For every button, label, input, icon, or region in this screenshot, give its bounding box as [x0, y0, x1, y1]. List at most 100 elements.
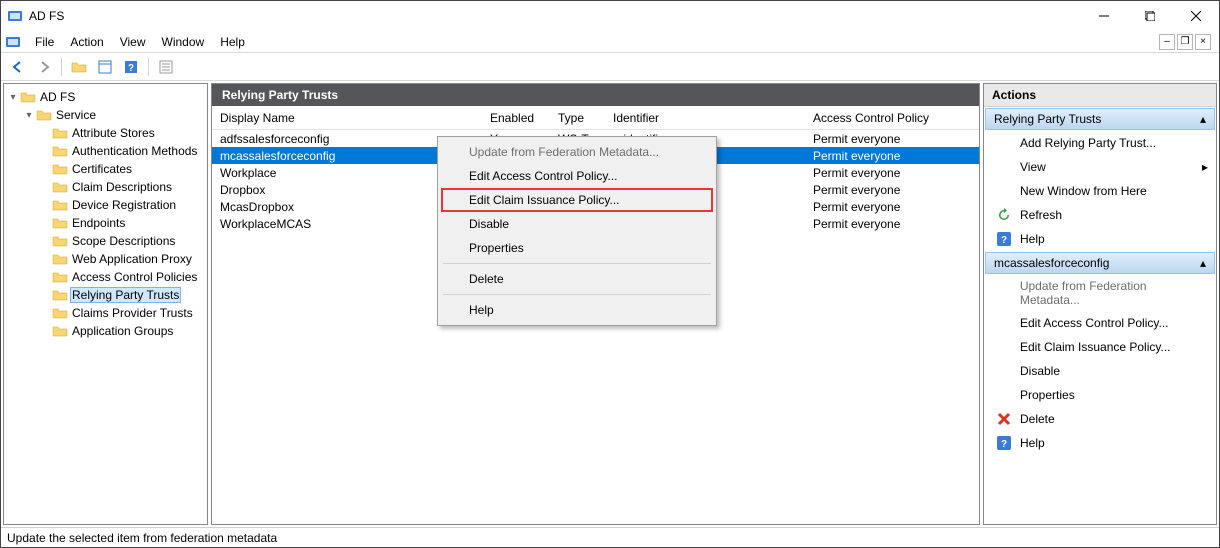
delete-icon: [996, 411, 1012, 427]
center-title: Relying Party Trusts: [212, 84, 979, 106]
back-button[interactable]: [7, 56, 29, 78]
menubar: File Action View Window Help – ❐ ×: [1, 31, 1219, 53]
blank-icon: [996, 135, 1012, 151]
folder-icon: [52, 198, 68, 212]
action-item[interactable]: ?Help: [984, 431, 1216, 455]
tree-item[interactable]: Certificates: [40, 160, 205, 178]
tree-root[interactable]: ▾ AD FS: [8, 88, 205, 106]
svg-text:?: ?: [1001, 235, 1007, 246]
toolbar-folder-icon[interactable]: [68, 56, 90, 78]
col-type[interactable]: Type: [550, 108, 605, 128]
mmc-icon: [5, 34, 21, 50]
action-item[interactable]: New Window from Here: [984, 179, 1216, 203]
toolbar: ?: [1, 53, 1219, 81]
tree-item[interactable]: Endpoints: [40, 214, 205, 232]
list-header[interactable]: Display Name Enabled Type Identifier Acc…: [212, 106, 979, 130]
help-icon: ?: [996, 435, 1012, 451]
svg-text:?: ?: [1001, 439, 1007, 450]
menu-file[interactable]: File: [27, 33, 62, 51]
menu-action[interactable]: Action: [62, 33, 111, 51]
tree-service[interactable]: ▾ Service: [24, 106, 205, 124]
center-panel: Relying Party Trusts Display Name Enable…: [211, 83, 980, 525]
folder-icon: [52, 234, 68, 248]
action-item[interactable]: Edit Claim Issuance Policy...: [984, 335, 1216, 359]
blank-icon: [996, 339, 1012, 355]
adfs-icon: [20, 90, 36, 104]
folder-icon: [52, 126, 68, 140]
folder-icon: [52, 306, 68, 320]
mdi-close-icon[interactable]: ×: [1195, 34, 1211, 50]
tree-item[interactable]: Claims Provider Trusts: [40, 304, 205, 322]
action-item: Update from Federation Metadata...: [984, 275, 1216, 311]
col-policy[interactable]: Access Control Policy: [805, 108, 979, 128]
context-menu-item[interactable]: Delete: [441, 267, 713, 291]
col-identifier[interactable]: Identifier: [605, 108, 805, 128]
maximize-button[interactable]: [1127, 1, 1173, 31]
blank-icon: [996, 363, 1012, 379]
action-item[interactable]: View▸: [984, 155, 1216, 179]
folder-icon: [52, 162, 68, 176]
actions-group1-bar[interactable]: Relying Party Trusts ▴: [985, 108, 1215, 130]
context-menu[interactable]: Update from Federation Metadata...Edit A…: [437, 136, 717, 326]
tree-item[interactable]: Scope Descriptions: [40, 232, 205, 250]
chevron-up-icon: ▴: [1200, 256, 1206, 270]
action-item[interactable]: Refresh: [984, 203, 1216, 227]
actions-group2-bar[interactable]: mcassalesforceconfig ▴: [985, 252, 1215, 274]
help-icon: ?: [996, 231, 1012, 247]
context-menu-item[interactable]: Edit Access Control Policy...: [441, 164, 713, 188]
folder-icon: [36, 108, 52, 122]
toggle-icon[interactable]: ▾: [8, 92, 18, 103]
tree-item[interactable]: Device Registration: [40, 196, 205, 214]
folder-icon: [52, 288, 68, 302]
tree-item[interactable]: Application Groups: [40, 322, 205, 340]
folder-icon: [52, 324, 68, 338]
context-menu-item[interactable]: Edit Claim Issuance Policy...: [441, 188, 713, 212]
tree-item[interactable]: Access Control Policies: [40, 268, 205, 286]
window-title: AD FS: [29, 9, 64, 23]
toolbar-props-icon[interactable]: [94, 56, 116, 78]
menu-help[interactable]: Help: [212, 33, 253, 51]
action-item[interactable]: Add Relying Party Trust...: [984, 131, 1216, 155]
folder-icon: [52, 270, 68, 284]
blank-icon: [996, 183, 1012, 199]
folder-icon: [52, 216, 68, 230]
close-button[interactable]: [1173, 1, 1219, 31]
action-item[interactable]: Delete: [984, 407, 1216, 431]
blank-icon: [996, 285, 1012, 301]
context-menu-item[interactable]: Help: [441, 298, 713, 322]
tree-item[interactable]: Relying Party Trusts: [40, 286, 205, 304]
status-text: Update the selected item from federation…: [7, 531, 277, 545]
context-menu-item: Update from Federation Metadata...: [441, 140, 713, 164]
action-item[interactable]: Properties: [984, 383, 1216, 407]
folder-icon: [52, 252, 68, 266]
blank-icon: [996, 315, 1012, 331]
mdi-minimize-icon[interactable]: –: [1159, 34, 1175, 50]
forward-button[interactable]: [33, 56, 55, 78]
action-item[interactable]: Edit Access Control Policy...: [984, 311, 1216, 335]
menu-window[interactable]: Window: [154, 33, 213, 51]
tree-item[interactable]: Claim Descriptions: [40, 178, 205, 196]
svg-text:?: ?: [128, 63, 134, 74]
minimize-button[interactable]: [1081, 1, 1127, 31]
chevron-right-icon: ▸: [1202, 160, 1208, 174]
tree-item[interactable]: Attribute Stores: [40, 124, 205, 142]
col-enabled[interactable]: Enabled: [482, 108, 550, 128]
tree-item[interactable]: Authentication Methods: [40, 142, 205, 160]
tree-item[interactable]: Web Application Proxy: [40, 250, 205, 268]
toolbar-list-icon[interactable]: [155, 56, 177, 78]
folder-icon: [52, 144, 68, 158]
actions-header: Actions: [984, 84, 1216, 107]
context-menu-item[interactable]: Properties: [441, 236, 713, 260]
toolbar-help-icon[interactable]: ?: [120, 56, 142, 78]
tree-panel[interactable]: ▾ AD FS ▾ Service Attribute StoresAuthen…: [3, 83, 208, 525]
menu-view[interactable]: View: [112, 33, 154, 51]
col-display-name[interactable]: Display Name: [212, 108, 482, 128]
actions-panel: Actions Relying Party Trusts ▴ Add Relyi…: [983, 83, 1217, 525]
context-menu-item[interactable]: Disable: [441, 212, 713, 236]
mdi-restore-icon[interactable]: ❐: [1177, 34, 1193, 50]
toggle-icon[interactable]: ▾: [24, 110, 34, 121]
action-item[interactable]: Disable: [984, 359, 1216, 383]
status-bar: Update the selected item from federation…: [1, 527, 1219, 547]
chevron-up-icon: ▴: [1200, 112, 1206, 126]
action-item[interactable]: ?Help: [984, 227, 1216, 251]
